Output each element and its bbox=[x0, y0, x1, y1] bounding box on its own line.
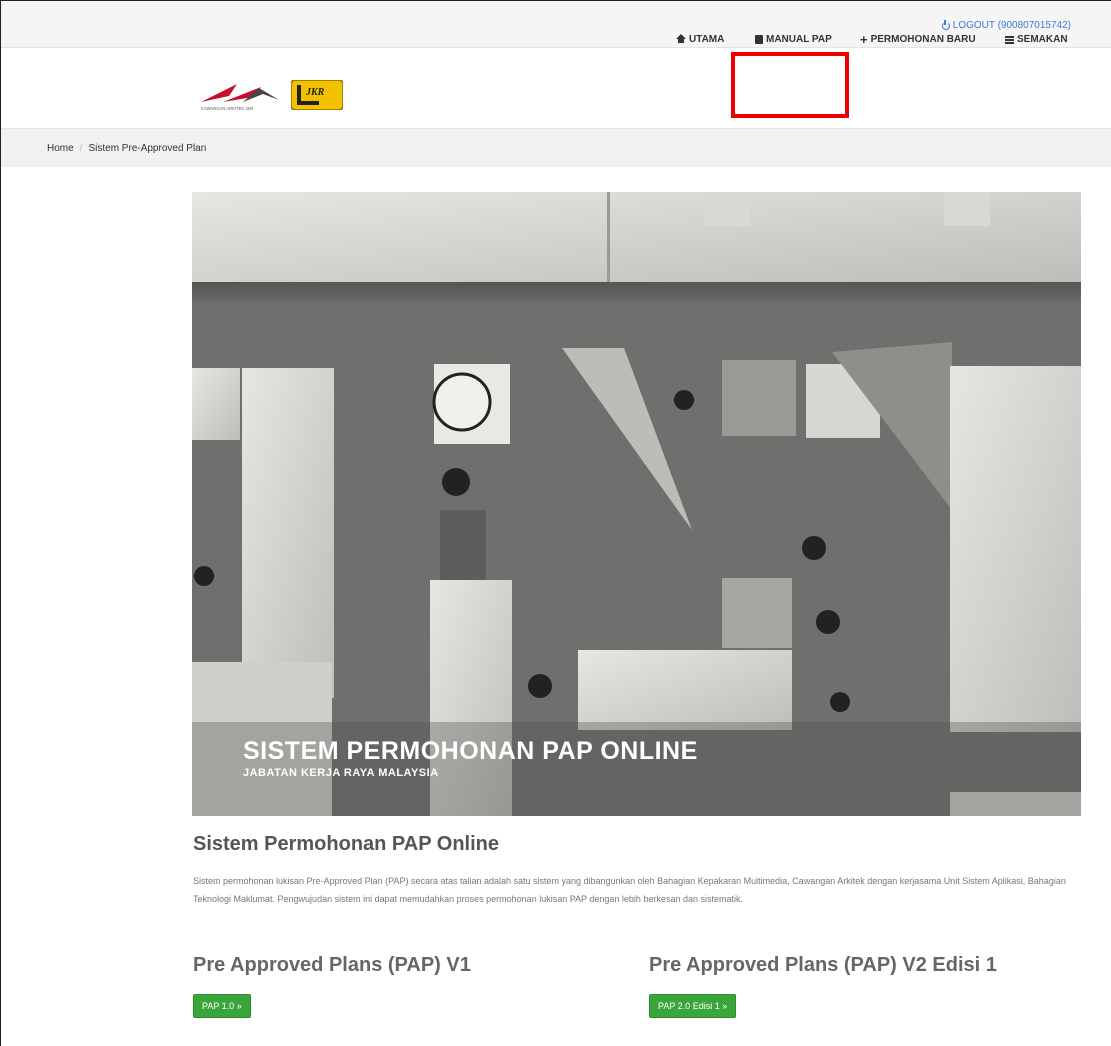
highlight-box bbox=[731, 52, 849, 118]
site-header: CAWANGAN ARKITEK JKR JKR bbox=[1, 48, 1111, 129]
plus-icon: + bbox=[860, 31, 868, 47]
section-title-pap-v1: Pre Approved Plans (PAP) V1 bbox=[193, 954, 471, 976]
list-icon bbox=[1005, 35, 1014, 44]
nav-semakan-label: SEMAKAN bbox=[1017, 34, 1068, 45]
logout-label: LOGOUT (900807015742) bbox=[952, 20, 1071, 31]
logo-caption: CAWANGAN ARKITEK JKR bbox=[201, 106, 253, 111]
pap-v1-button[interactable]: PAP 1.0 » bbox=[193, 994, 251, 1018]
page-description: Sistem permohonan lukisan Pre-Approved P… bbox=[193, 876, 1066, 904]
section-title-pap-v2: Pre Approved Plans (PAP) V2 Edisi 1 bbox=[649, 954, 997, 976]
power-icon bbox=[941, 19, 950, 30]
hero-banner: SISTEM PERMOHONAN PAP ONLINE JABATAN KER… bbox=[192, 192, 1081, 816]
logout-link[interactable]: LOGOUT (900807015742) bbox=[941, 19, 1071, 31]
pap-v2-button[interactable]: PAP 2.0 Edisi 1 » bbox=[649, 994, 737, 1018]
jkr-logo[interactable]: JKR bbox=[291, 80, 343, 110]
breadcrumb-current: Sistem Pre-Approved Plan bbox=[88, 142, 207, 154]
nav-permohonan-baru-label: PERMOHONAN BARU bbox=[870, 34, 976, 45]
jkr-logo-text: JKR bbox=[305, 87, 325, 98]
nav-utama-label: UTAMA bbox=[689, 34, 725, 45]
nav-permohonan-baru[interactable]: + PERMOHONAN BARU bbox=[860, 31, 976, 47]
hero-title: SISTEM PERMOHONAN PAP ONLINE bbox=[243, 737, 698, 765]
book-icon bbox=[755, 35, 763, 44]
cawangan-arkitek-logo[interactable]: CAWANGAN ARKITEK JKR bbox=[199, 78, 285, 112]
breadcrumb-home[interactable]: Home bbox=[47, 143, 74, 154]
hero-subtitle: JABATAN KERJA RAYA MALAYSIA bbox=[243, 767, 439, 779]
nav-manual-pap[interactable]: MANUAL PAP bbox=[755, 34, 832, 45]
home-icon bbox=[676, 34, 686, 43]
nav-semakan[interactable]: SEMAKAN bbox=[1005, 34, 1068, 45]
breadcrumb-separator: / bbox=[79, 142, 83, 154]
nav-utama[interactable]: UTAMA bbox=[676, 34, 724, 45]
nav-manual-pap-label: MANUAL PAP bbox=[766, 34, 832, 45]
page-title: Sistem Permohonan PAP Online bbox=[193, 833, 499, 855]
breadcrumb: Home / Sistem Pre-Approved Plan bbox=[1, 129, 1111, 167]
architecture-model-image bbox=[192, 192, 1081, 816]
